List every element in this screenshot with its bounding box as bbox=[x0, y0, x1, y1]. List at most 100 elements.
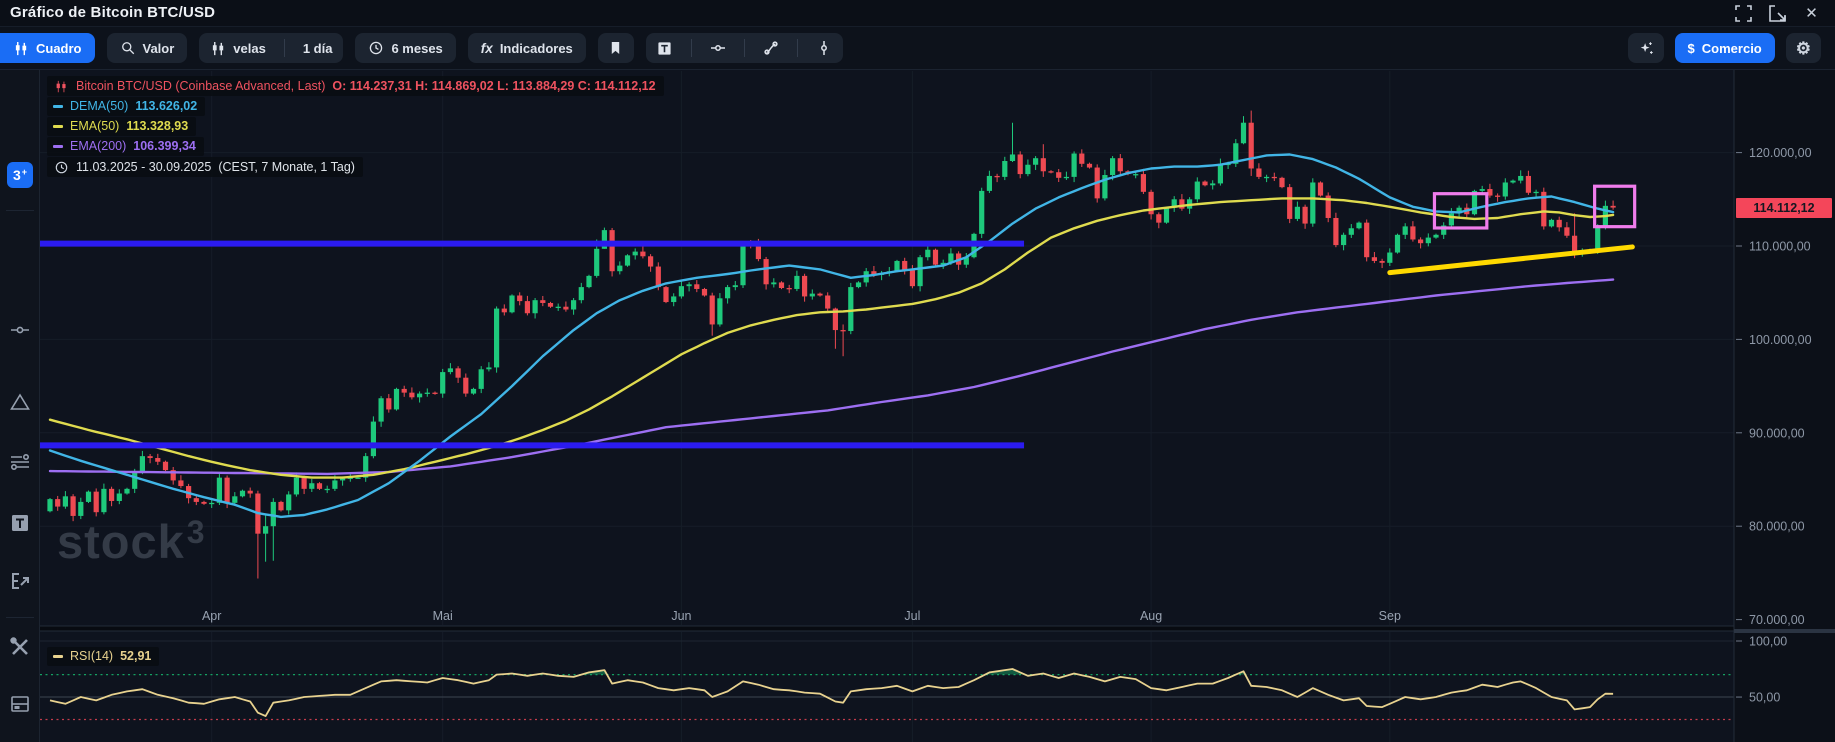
settings-button[interactable]: ⚙ bbox=[1786, 33, 1821, 63]
candle-interval-group: velas 1 día bbox=[199, 33, 343, 63]
ema50-swatch bbox=[53, 125, 63, 128]
divider bbox=[6, 210, 34, 211]
text-tool-icon bbox=[657, 40, 673, 56]
legend-rsi-row[interactable]: RSI(14) 52,91 bbox=[47, 647, 159, 666]
candle-type-label: velas bbox=[233, 41, 266, 56]
rsi-swatch bbox=[53, 655, 63, 658]
rsi-name: RSI(14) bbox=[70, 649, 113, 664]
hline-tool-icon bbox=[710, 40, 726, 56]
trendline-tool-icon bbox=[763, 40, 779, 56]
vline-tool-icon bbox=[816, 40, 832, 56]
legend-date-note: (CEST, 7 Monate, 1 Tag) bbox=[218, 160, 355, 175]
gear-icon: ⚙ bbox=[1796, 40, 1811, 57]
stock3-watermark: stock3 bbox=[57, 516, 206, 565]
sidebar-item-layout[interactable] bbox=[7, 691, 33, 717]
ma-line bbox=[50, 198, 1613, 477]
ema50-name: EMA(50) bbox=[70, 119, 119, 134]
divider bbox=[284, 39, 285, 57]
symbol-search-button[interactable]: Valor bbox=[107, 33, 188, 63]
triangle-icon bbox=[9, 391, 31, 413]
rsi-legend: RSI(14) 52,91 bbox=[47, 647, 159, 666]
ma-line bbox=[50, 155, 1613, 517]
dema-name: DEMA(50) bbox=[70, 99, 128, 114]
ema200-value: 106.399,34 bbox=[133, 139, 196, 154]
divider bbox=[744, 39, 745, 57]
divider bbox=[6, 617, 34, 618]
sidebar-item-stock3-plus[interactable]: 3+ bbox=[7, 162, 33, 188]
stock3-plus-icon: 3+ bbox=[7, 162, 33, 188]
svg-text:90.000,00: 90.000,00 bbox=[1749, 426, 1805, 440]
trade-button[interactable]: $ Comercio bbox=[1675, 33, 1775, 63]
close-icon[interactable]: ✕ bbox=[1802, 4, 1821, 23]
clock-icon bbox=[53, 159, 69, 175]
svg-text:70.000,00: 70.000,00 bbox=[1749, 613, 1805, 627]
interval-label: 1 día bbox=[303, 41, 333, 56]
pattern-lines-icon bbox=[9, 451, 31, 473]
trendline-tool-button[interactable] bbox=[752, 33, 790, 63]
toolbar: Cuadro Valor velas 1 día 6 meses bbox=[0, 27, 1835, 70]
candles-layer bbox=[47, 111, 1615, 579]
svg-text:Jun: Jun bbox=[671, 609, 691, 623]
legend-ema200-row[interactable]: EMA(200) 106.399,34 bbox=[47, 137, 204, 156]
legend-ohlc: O: 114.237,31 H: 114.869,02 L: 113.884,2… bbox=[332, 79, 655, 94]
candle-type-button[interactable]: velas bbox=[199, 33, 277, 63]
svg-text:50,00: 50,00 bbox=[1749, 691, 1780, 705]
interval-button[interactable]: 1 día bbox=[292, 33, 344, 63]
sidebar-item-triangle[interactable] bbox=[7, 389, 33, 415]
range-label: 6 meses bbox=[391, 41, 442, 56]
rsi-line bbox=[50, 669, 1613, 716]
divider bbox=[797, 39, 798, 57]
text-box-icon bbox=[9, 512, 31, 534]
sidebar-item-tools[interactable] bbox=[7, 634, 33, 660]
search-icon bbox=[120, 40, 136, 56]
ema200-name: EMA(200) bbox=[70, 139, 126, 154]
chart-legend: Bitcoin BTC/USD (Coinbase Advanced, Last… bbox=[47, 76, 664, 177]
watermark-sup: 3 bbox=[187, 514, 206, 550]
ema200-swatch bbox=[53, 145, 63, 148]
indicators-button[interactable]: fx Indicadores bbox=[468, 33, 586, 63]
magic-button[interactable] bbox=[1628, 33, 1664, 63]
sidebar-item-pattern[interactable] bbox=[7, 449, 33, 475]
legend-ema50-row[interactable]: EMA(50) 113.328,93 bbox=[47, 117, 196, 136]
text-tool-button[interactable] bbox=[646, 33, 684, 63]
hline-tool-button[interactable] bbox=[699, 33, 737, 63]
divider bbox=[691, 39, 692, 57]
chart-mode-button[interactable]: Cuadro bbox=[0, 33, 95, 63]
svg-text:Sep: Sep bbox=[1379, 609, 1401, 623]
drawing-tools-group bbox=[646, 33, 843, 63]
symbol-search-label: Valor bbox=[143, 41, 175, 56]
sidebar-item-text[interactable] bbox=[7, 510, 33, 536]
legend-dema-row[interactable]: DEMA(50) 113.626,02 bbox=[47, 97, 205, 116]
sparkle-icon bbox=[1638, 40, 1654, 56]
legend-symbol: Bitcoin BTC/USD (Coinbase Advanced, Last… bbox=[76, 79, 325, 94]
svg-text:Apr: Apr bbox=[202, 609, 221, 623]
svg-text:110.000,00: 110.000,00 bbox=[1749, 240, 1811, 254]
dema-value: 113.626,02 bbox=[135, 99, 197, 114]
fullscreen-icon[interactable] bbox=[1734, 4, 1753, 23]
popout-icon[interactable] bbox=[1768, 4, 1787, 23]
dema-swatch bbox=[53, 105, 63, 108]
left-sidebar: 3+ 3 bbox=[0, 70, 40, 742]
legend-symbol-row[interactable]: Bitcoin BTC/USD (Coinbase Advanced, Last… bbox=[47, 76, 664, 96]
vline-tool-button[interactable] bbox=[805, 33, 843, 63]
svg-text:Jul: Jul bbox=[904, 609, 920, 623]
page-title: Gráfico de Bitcoin BTC/USD bbox=[10, 4, 215, 21]
sidebar-item-event-trend[interactable] bbox=[7, 568, 33, 594]
last-price-tag: 114.112,12 bbox=[1736, 198, 1832, 218]
candlestick-icon bbox=[13, 40, 29, 56]
candlestick-icon bbox=[210, 40, 226, 56]
indicators-label: Indicadores bbox=[500, 41, 573, 56]
range-button[interactable]: 6 meses bbox=[355, 33, 455, 63]
app-window: Gráfico de Bitcoin BTC/USD ✕ Cuadro Valo… bbox=[0, 0, 1835, 742]
svg-text:100,00: 100,00 bbox=[1749, 635, 1787, 649]
sidebar-item-price-line[interactable] bbox=[7, 317, 33, 343]
ema50-value: 113.328,93 bbox=[126, 119, 188, 134]
layout-panels-icon bbox=[9, 693, 31, 715]
watermark-text: stock bbox=[57, 515, 185, 568]
bookmark-button[interactable] bbox=[598, 33, 634, 63]
svg-text:100.000,00: 100.000,00 bbox=[1749, 333, 1812, 347]
bookmark-icon bbox=[608, 40, 624, 56]
rsi-value: 52,91 bbox=[120, 649, 151, 664]
svg-text:80.000,00: 80.000,00 bbox=[1749, 520, 1805, 534]
svg-text:Mai: Mai bbox=[433, 609, 453, 623]
